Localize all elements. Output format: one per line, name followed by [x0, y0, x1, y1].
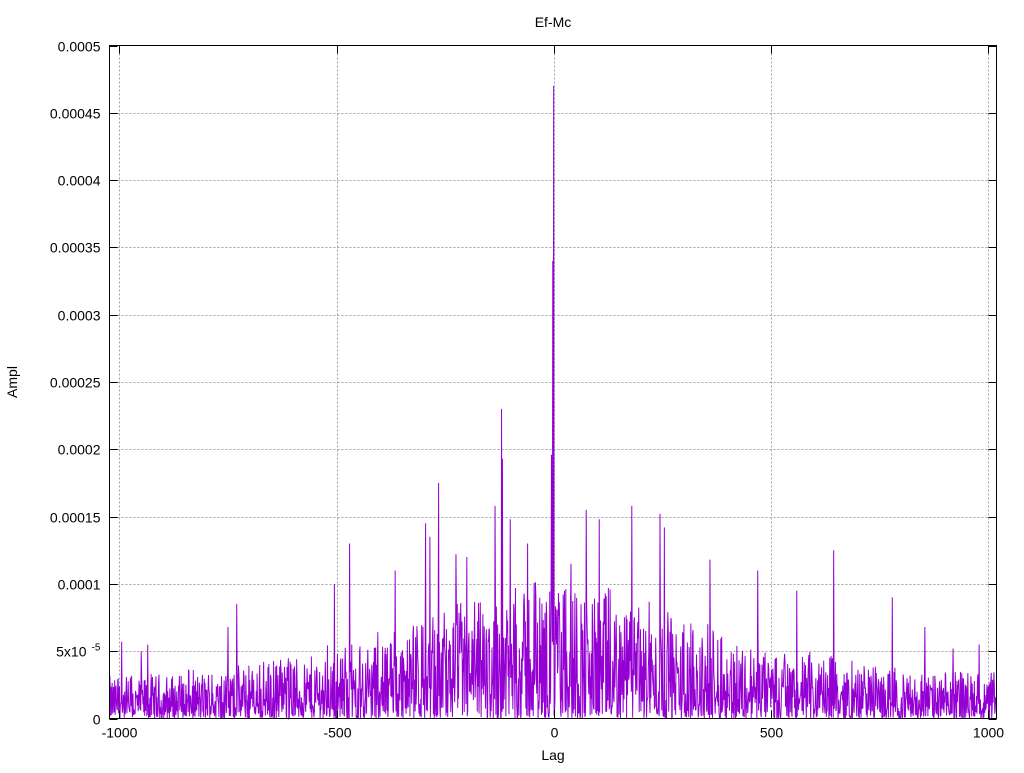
- y-tick-label-exponent: -5: [92, 643, 101, 654]
- chart-title: Ef-Mc: [535, 14, 572, 30]
- y-tick-label: 5x10: [56, 644, 87, 660]
- y-tick-label: 0.00015: [50, 510, 101, 526]
- y-axis-label: Ampl: [4, 366, 20, 398]
- y-tick-label: 0.00045: [50, 106, 101, 122]
- y-tick-label: 0.00025: [50, 375, 101, 391]
- x-tick-label: 1000: [973, 725, 1004, 741]
- x-axis-label: Lag: [541, 747, 564, 763]
- y-tick-label: 0.0001: [58, 577, 101, 593]
- x-tick-label: -1000: [102, 725, 138, 741]
- x-tick-label: 500: [760, 725, 784, 741]
- y-tick-label: 0.00035: [50, 240, 101, 256]
- y-tick-label: 0.0003: [58, 308, 101, 324]
- y-tick-label: 0: [93, 712, 101, 728]
- chart: 0 5x10 -5 0.0001 0.00015 0.0002 0.00025 0.0003 0…: [4, 14, 1004, 763]
- x-tick-label: 0: [551, 725, 559, 741]
- y-tick-label: 0.0002: [58, 442, 101, 458]
- y-tick-label: 0.0004: [58, 173, 101, 189]
- x-tick-label: -500: [323, 725, 351, 741]
- y-tick-label: 0.0005: [58, 39, 101, 55]
